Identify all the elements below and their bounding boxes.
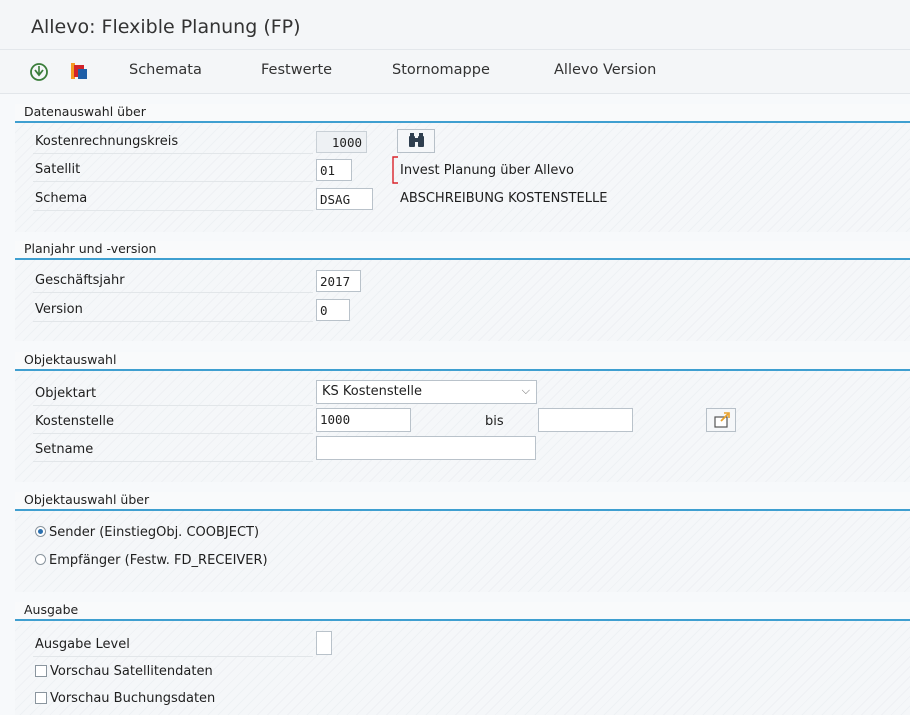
label-kostenstelle: Kostenstelle — [35, 414, 115, 429]
setname-field[interactable] — [316, 436, 536, 460]
multiple-selection-button[interactable] — [706, 408, 736, 432]
group-datenauswahl: Datenauswahl über Kostenrechnungskreis 1… — [15, 104, 910, 232]
checkbox-icon[interactable] — [35, 692, 47, 704]
radio-empfaenger[interactable]: Empfänger (Festw. FD_RECEIVER) — [35, 553, 268, 568]
radio-empfaenger-label: Empfänger (Festw. FD_RECEIVER) — [49, 553, 268, 568]
checkbox-label: Vorschau Buchungsdaten — [50, 691, 216, 706]
kostenstelle-from-field[interactable]: 1000 — [316, 408, 411, 432]
radio-sender-label: Sender (EinstiegObj. COOBJECT) — [49, 525, 260, 540]
checkbox-vorschau-buchungsdaten[interactable]: Vorschau Buchungsdaten — [35, 691, 215, 706]
binoculars-icon — [409, 133, 424, 147]
label-kostenrechnungskreis: Kostenrechnungskreis — [35, 134, 179, 149]
group-header-objektauswahl-ueber: Objektauswahl über — [15, 492, 910, 511]
group-title: Objektauswahl — [24, 352, 117, 367]
kostenstelle-to-field[interactable] — [538, 408, 633, 432]
objektart-dropdown[interactable]: KS Kostenstelle ⌵ — [316, 380, 537, 404]
required-bracket-icon — [392, 156, 398, 184]
row-divider — [33, 292, 313, 293]
group-ausgabe: Ausgabe Ausgabe Level Vorschau Satellite… — [15, 602, 910, 715]
satellit-field[interactable]: 01 — [316, 159, 352, 181]
schema-field[interactable]: DSAG — [316, 188, 373, 210]
group-planjahr: Planjahr und -version Geschäftsjahr 2017… — [15, 241, 910, 341]
search-button[interactable] — [397, 129, 435, 153]
geschaeftsjahr-field[interactable]: 2017 — [316, 270, 361, 292]
row-divider — [33, 656, 313, 657]
group-objektauswahl: Objektauswahl Objektart KS Kostenstelle … — [15, 352, 910, 482]
schemata-button[interactable]: Schemata — [129, 62, 202, 78]
label-objektart: Objektart — [35, 386, 97, 401]
title-bar: Allevo: Flexible Planung (FP) — [0, 0, 910, 50]
checkbox-icon[interactable] — [35, 665, 47, 677]
festwerte-button[interactable]: Festwerte — [261, 62, 332, 78]
group-header-ausgabe: Ausgabe — [15, 602, 910, 621]
checkbox-label: Vorschau Satellitendaten — [50, 664, 213, 679]
radio-sender[interactable]: Sender (EinstiegObj. COOBJECT) — [35, 525, 259, 540]
stornomappe-button[interactable]: Stornomappe — [392, 62, 490, 78]
group-title: Ausgabe — [24, 602, 79, 617]
chevron-down-icon: ⌵ — [521, 384, 530, 397]
toolbar: Schemata Festwerte Stornomappe Allevo Ve… — [0, 50, 910, 94]
copy-documents-icon[interactable] — [68, 61, 90, 83]
row-divider — [33, 461, 313, 462]
allevo-version-button[interactable]: Allevo Version — [554, 62, 656, 78]
schema-description: ABSCHREIBUNG KOSTENSTELLE — [400, 191, 608, 206]
group-title: Objektauswahl über — [24, 492, 150, 507]
row-divider — [33, 181, 313, 182]
ausgabe-level-field[interactable] — [316, 631, 332, 655]
group-header-datenauswahl: Datenauswahl über — [15, 104, 910, 123]
group-title: Planjahr und -version — [24, 241, 157, 256]
satellit-description: Invest Planung über Allevo — [400, 163, 575, 178]
multiple-selection-icon — [714, 412, 730, 428]
checkbox-vorschau-satellitendaten[interactable]: Vorschau Satellitendaten — [35, 664, 213, 679]
version-field[interactable]: 0 — [316, 299, 350, 321]
execute-icon[interactable] — [28, 61, 50, 83]
row-divider — [33, 321, 313, 322]
window-title: Allevo: Flexible Planung (FP) — [31, 16, 301, 38]
group-header-objektauswahl: Objektauswahl — [15, 352, 910, 371]
radio-selected-icon[interactable] — [35, 526, 46, 537]
group-objektauswahl-ueber: Objektauswahl über Sender (EinstiegObj. … — [15, 492, 910, 592]
objektart-selected: KS Kostenstelle — [322, 384, 422, 399]
radio-unselected-icon[interactable] — [35, 554, 46, 565]
row-divider — [33, 153, 313, 154]
row-divider — [33, 405, 313, 406]
label-ausgabe-level: Ausgabe Level — [35, 637, 130, 652]
group-title: Datenauswahl über — [24, 104, 146, 119]
label-version: Version — [35, 302, 83, 317]
row-divider — [33, 210, 313, 211]
label-bis: bis — [485, 414, 504, 429]
row-divider — [33, 433, 313, 434]
group-header-planjahr: Planjahr und -version — [15, 241, 910, 260]
label-satellit: Satellit — [35, 162, 81, 177]
label-geschaeftsjahr: Geschäftsjahr — [35, 273, 125, 288]
kostenrechnungskreis-field: 1000 — [316, 131, 367, 153]
label-schema: Schema — [35, 191, 88, 206]
label-setname: Setname — [35, 442, 94, 457]
